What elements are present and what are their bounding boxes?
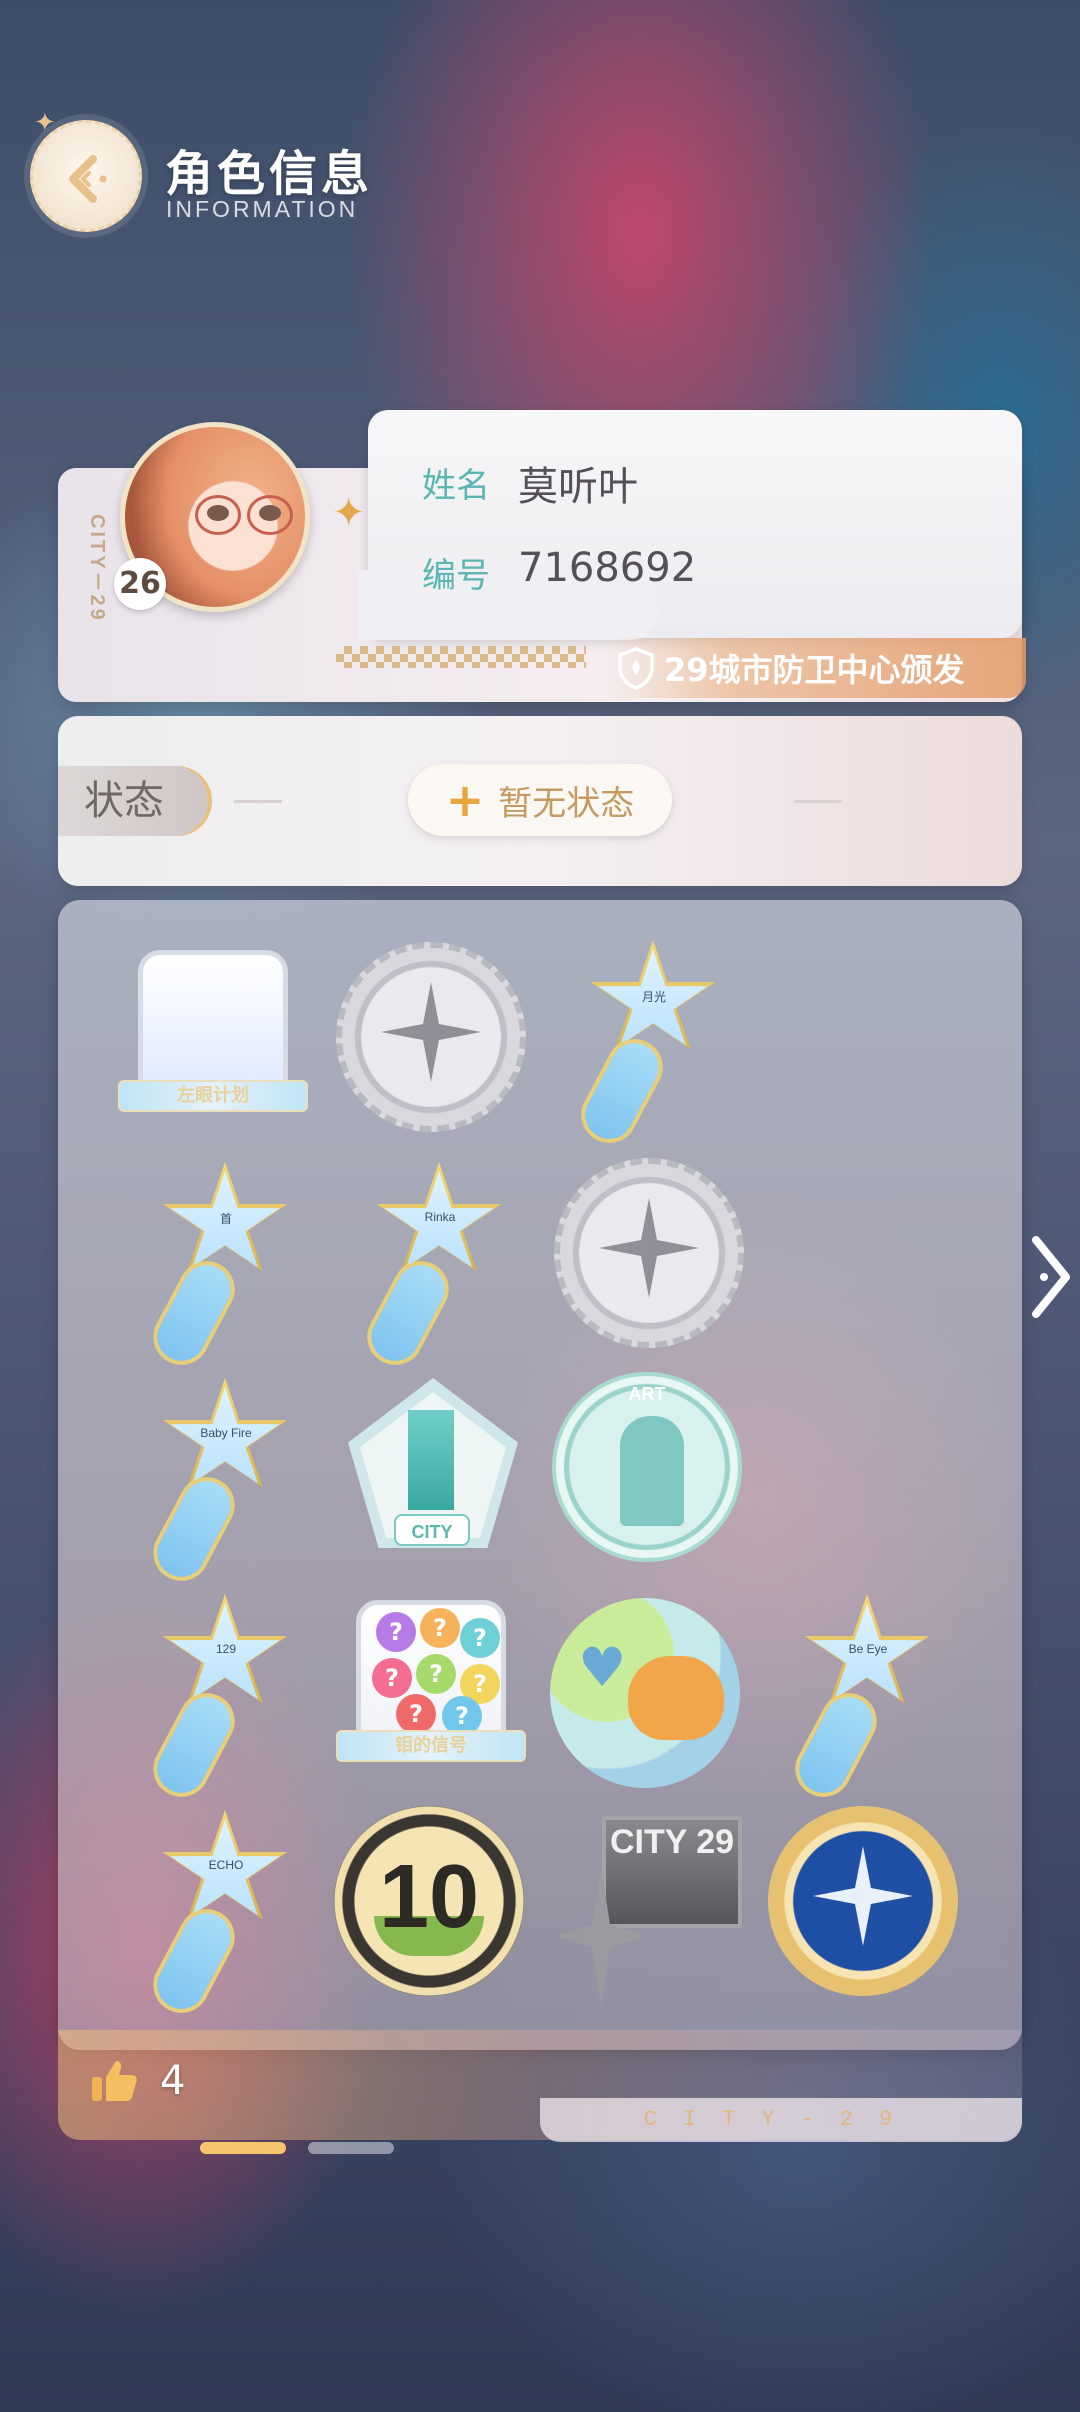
compass-icon: [813, 1846, 913, 1946]
thumbs-up-icon[interactable]: [88, 2055, 140, 2107]
badge-star-moonlight[interactable]: 月光: [558, 940, 748, 1153]
page-dot-active[interactable]: [200, 2142, 286, 2154]
star-tail: [143, 1467, 245, 1591]
badge-silver-compass[interactable]: [336, 942, 526, 1132]
star-tail: [357, 1251, 459, 1375]
badge-art[interactable]: ART: [552, 1372, 742, 1562]
badge-text: 129: [215, 1642, 237, 1656]
level-badge: 26: [114, 558, 166, 610]
badge-text: CITY: [394, 1514, 470, 1546]
back-button[interactable]: [30, 120, 142, 232]
star-tail: [785, 1683, 887, 1807]
id-label: 编号: [422, 556, 490, 596]
sparkle-star-icon: ✦: [332, 490, 366, 536]
badge-ribbon: 左眼计划: [118, 1080, 308, 1112]
star-tail: [143, 1683, 245, 1807]
badge-star-rinka[interactable]: Rinka: [344, 1162, 534, 1375]
page-title: 角色信息: [165, 146, 374, 202]
badge-city-tower[interactable]: CITY: [336, 1372, 526, 1562]
page-dot[interactable]: [308, 2142, 394, 2154]
badge-gold-compass[interactable]: [768, 1806, 958, 1996]
eye-left: [207, 505, 229, 521]
badge-ribbon: 钼的信号: [336, 1730, 526, 1762]
badge-ten[interactable]: 10: [334, 1806, 524, 1996]
compass-icon: [381, 982, 481, 1082]
id-value: 7168692: [518, 545, 697, 591]
status-bar: 状态 + 暂无状态: [58, 716, 1022, 886]
badge-text: Baby Fire: [200, 1426, 252, 1440]
compass-icon: [599, 1198, 699, 1298]
badge-text: CITY 29: [602, 1816, 742, 1928]
badge-panel: 左眼计划 月光 首 Rinka Baby Fire CITY ART 129 ?…: [58, 900, 1022, 2050]
badge-cat[interactable]: ♥: [550, 1598, 740, 1788]
badge-text: Rinka: [424, 1210, 456, 1224]
divider-right: [794, 800, 842, 803]
badge-silver-compass-2[interactable]: [554, 1158, 744, 1348]
badge-text: 10: [378, 1847, 480, 1947]
status-label: 状态: [58, 766, 208, 836]
badge-city29[interactable]: CITY 29: [552, 1806, 742, 2006]
next-page-arrow-icon[interactable]: [1026, 1232, 1076, 1322]
id-card: CITY－29 26 ✦ 姓名 莫听叶 编号 7168692 29城市防卫中心颁…: [58, 410, 1026, 702]
tower-icon: [408, 1410, 454, 1510]
badge-star-baby-fire[interactable]: Baby Fire: [130, 1378, 320, 1591]
badge-star-be-eye[interactable]: Be Eye: [772, 1594, 962, 1807]
divider-left: [234, 800, 282, 803]
add-status-button[interactable]: + 暂无状态: [408, 764, 672, 836]
name-label: 姓名: [422, 466, 490, 506]
badge-star-first[interactable]: 首: [130, 1162, 320, 1375]
star-tail: [571, 1029, 673, 1153]
badge-left-eye-plan[interactable]: 左眼计划: [118, 940, 308, 1130]
badge-text: 月光: [641, 990, 666, 1004]
plus-icon: +: [445, 773, 485, 827]
card-city-text: CITY－29: [86, 514, 108, 623]
heart-icon: ♥: [578, 1636, 627, 1699]
add-status-label: 暂无状态: [498, 783, 635, 824]
footer-city-text: CITY-29: [540, 2098, 1022, 2142]
back-arrow-icon: [69, 155, 107, 203]
checker-pattern: [336, 646, 586, 668]
page-subtitle: INFORMATION: [166, 196, 359, 222]
badge-text: 首: [219, 1212, 232, 1226]
star-tail: [143, 1251, 245, 1375]
issuer-banner: 29城市防卫中心颁发: [606, 638, 1026, 698]
badge-star-echo[interactable]: ECHO: [130, 1810, 320, 2023]
badge-star-129[interactable]: 129: [130, 1594, 320, 1807]
issuer-text: 29城市防卫中心颁发: [664, 651, 965, 689]
eye-right: [259, 505, 281, 521]
star-tail: [143, 1899, 245, 2023]
badge-text: ART: [628, 1384, 666, 1404]
like-count: 4: [160, 2058, 186, 2104]
name-value: 莫听叶: [518, 464, 638, 510]
badge-text: Be Eye: [848, 1642, 888, 1656]
cat-icon: [628, 1656, 724, 1740]
shield-icon: [618, 647, 654, 690]
badge-question-signal[interactable]: ? ? ? ? ? ? ? ? 钼的信号: [336, 1590, 526, 1780]
statue-icon: [620, 1416, 684, 1526]
badge-text: ECHO: [208, 1858, 244, 1872]
